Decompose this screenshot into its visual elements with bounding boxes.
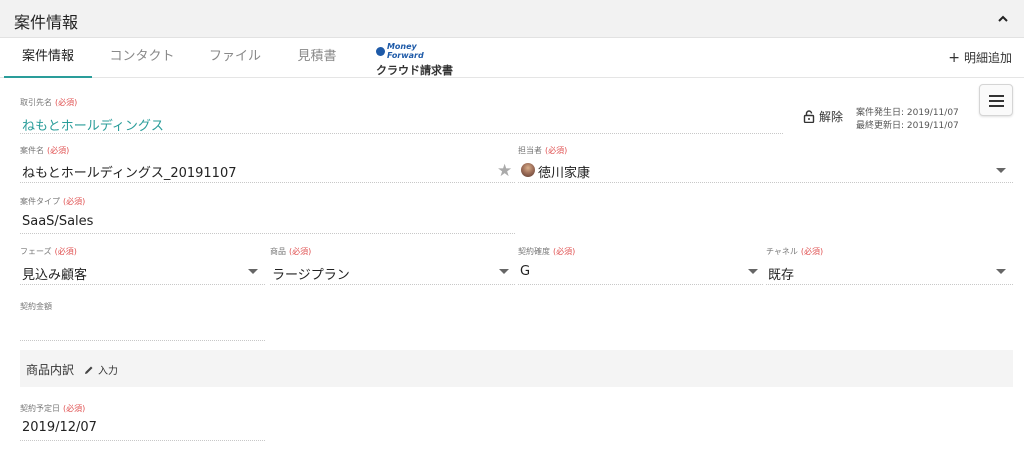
chevron-down-icon[interactable] [996, 168, 1006, 173]
menu-icon [989, 95, 1004, 97]
phase-label: フェーズ (必須) [20, 247, 77, 256]
unlock-label: 解除 [819, 110, 844, 124]
contract-date-field[interactable]: 2019/12/07 [22, 420, 97, 435]
tab-quote[interactable]: 見積書 [284, 38, 350, 78]
probability-label: 契約確度 (必須) [518, 247, 576, 256]
required-mark: (必須) [55, 98, 78, 107]
required-mark: (必須) [289, 247, 312, 256]
product-select[interactable]: ラージプラン [272, 264, 350, 283]
required-mark: (必須) [47, 146, 70, 155]
phase-field-underline [20, 284, 265, 285]
menu-button[interactable] [979, 84, 1013, 116]
edit-label: 入力 [98, 366, 118, 377]
owner-field-underline [518, 182, 1013, 183]
company-field-underline [20, 133, 783, 134]
deal-name-field[interactable]: ねもとホールディングス_20191107 [22, 162, 237, 181]
star-icon[interactable]: ★ [497, 161, 512, 181]
channel-field-underline [766, 284, 1013, 285]
channel-select[interactable]: 既存 [768, 264, 794, 283]
moneyforward-logo-icon [376, 46, 385, 56]
updated-date: 最終更新日: 2019/11/07 [856, 121, 959, 131]
deal-dates: 案件発生日: 2019/11/07 最終更新日: 2019/11/07 [856, 107, 959, 133]
required-mark: (必須) [545, 146, 568, 155]
required-mark: (必須) [63, 197, 86, 206]
contract-date-field-underline [20, 440, 265, 441]
company-label: 取引先名 (必須) [20, 98, 78, 107]
chevron-down-icon[interactable] [248, 269, 258, 274]
product-field-underline [270, 284, 515, 285]
pencil-icon [85, 366, 93, 374]
unlock-icon [803, 110, 815, 123]
chevron-down-icon[interactable] [748, 269, 758, 274]
deal-type-label: 案件タイプ (必須) [20, 197, 86, 206]
unlock-button[interactable]: 解除 [803, 108, 843, 125]
product-label: 商品 (必須) [270, 247, 312, 256]
required-mark: (必須) [800, 247, 824, 256]
owner-select[interactable]: 徳川家康 [538, 162, 590, 181]
phase-select[interactable]: 見込み顧客 [22, 264, 87, 283]
created-date: 案件発生日: 2019/11/07 [856, 108, 959, 118]
probability-field-underline [518, 284, 763, 285]
channel-label: チャネル (必須) [766, 247, 824, 256]
deal-type-field[interactable]: SaaS/Sales [22, 214, 93, 229]
chevron-up-icon[interactable] [996, 12, 1010, 26]
moneyforward-logo: Money Forward [376, 42, 456, 60]
amount-field-underline [20, 340, 265, 341]
section-header: 案件情報 [0, 0, 1024, 38]
required-mark: (必須) [63, 404, 86, 413]
add-detail-button[interactable]: + 明細追加 [948, 38, 1012, 78]
tab-deal-info[interactable]: 案件情報 [4, 38, 92, 78]
product-breakdown-edit-button[interactable]: 入力 [84, 362, 118, 377]
tab-bar: 案件情報 コンタクト ファイル 見積書 Money Forward クラウド請求… [0, 38, 1024, 78]
add-detail-label: 明細追加 [963, 51, 1012, 65]
amount-label: 契約金額 [20, 302, 52, 311]
chevron-down-icon[interactable] [996, 269, 1006, 274]
moneyforward-brand-text: Money Forward [386, 42, 424, 60]
tab-contact[interactable]: コンタクト [98, 38, 186, 78]
deal-type-field-underline [20, 233, 515, 234]
avatar [521, 163, 535, 177]
tab-file[interactable]: ファイル [192, 38, 278, 78]
contract-date-label: 契約予定日 (必須) [20, 404, 86, 413]
section-title: 案件情報 [14, 13, 79, 32]
deal-name-field-underline [20, 182, 515, 183]
product-breakdown-section: 商品内訳 入力 [20, 350, 1013, 387]
plus-icon: + [948, 50, 960, 66]
company-field[interactable]: ねもとホールディングス [22, 115, 164, 134]
chevron-down-icon[interactable] [499, 269, 509, 274]
probability-select[interactable]: G [520, 264, 530, 279]
product-breakdown-title: 商品内訳 [26, 363, 75, 377]
required-mark: (必須) [54, 247, 77, 256]
moneyforward-product-name: クラウド請求書 [376, 64, 453, 77]
owner-label: 担当者 (必須) [518, 146, 568, 155]
tab-moneyforward-invoice[interactable]: Money Forward クラウド請求書 [376, 42, 456, 77]
required-mark: (必須) [553, 247, 576, 256]
deal-name-label: 案件名 (必須) [20, 146, 70, 155]
